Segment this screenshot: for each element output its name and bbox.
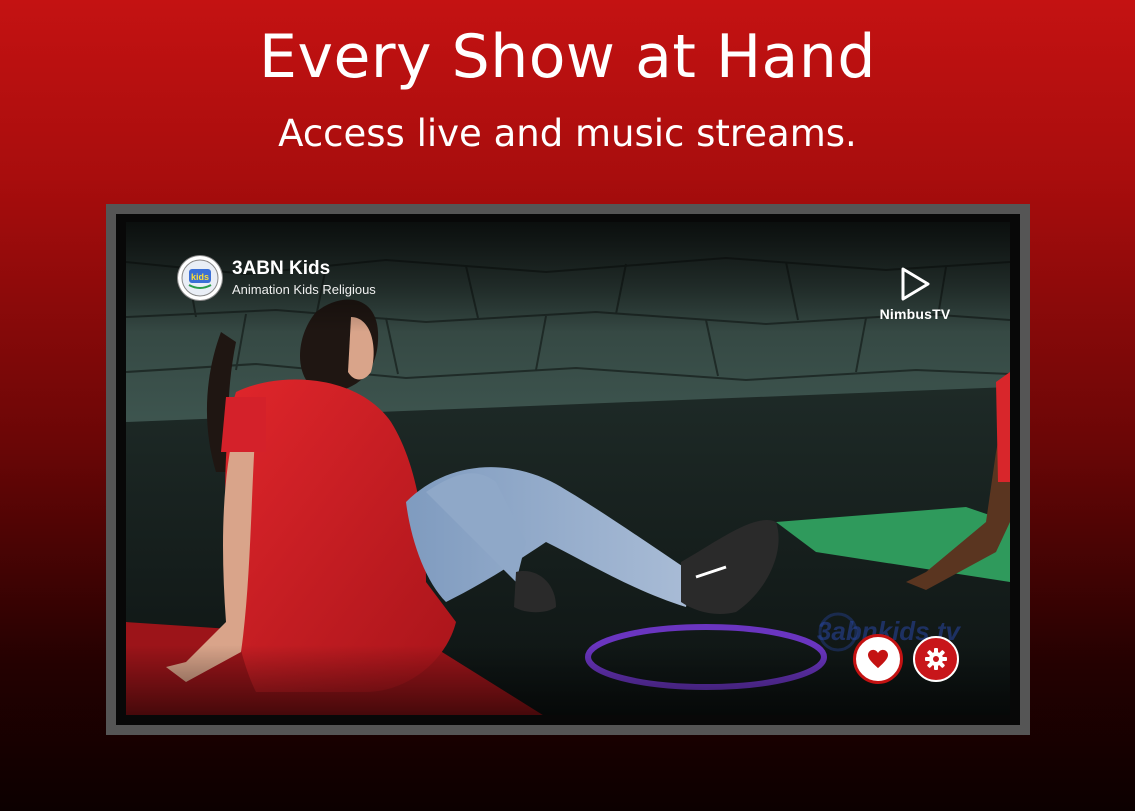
heart-icon [868, 649, 888, 669]
tv-bezel: kids 3ABN Kids Animation Kids Religious … [116, 214, 1020, 725]
settings-button[interactable] [913, 636, 959, 682]
tv-frame: kids 3ABN Kids Animation Kids Religious … [106, 204, 1030, 735]
channel-logo: kids [178, 256, 222, 300]
play-outline-icon [901, 267, 930, 301]
channel-genres: Animation Kids Religious [232, 282, 376, 297]
favorite-button[interactable] [853, 634, 903, 684]
video-player[interactable]: kids 3ABN Kids Animation Kids Religious … [126, 222, 1010, 715]
brand-name: NimbusTV [879, 306, 951, 322]
hero-title: Every Show at Hand [259, 22, 876, 92]
gear-icon [925, 648, 947, 670]
channel-name: 3ABN Kids [232, 258, 331, 279]
channel-info: kids 3ABN Kids Animation Kids Religious [178, 256, 376, 300]
svg-text:kids: kids [191, 272, 209, 282]
brand-logo: NimbusTV [870, 266, 960, 322]
hero-subtitle: Access live and music streams. [278, 112, 857, 155]
